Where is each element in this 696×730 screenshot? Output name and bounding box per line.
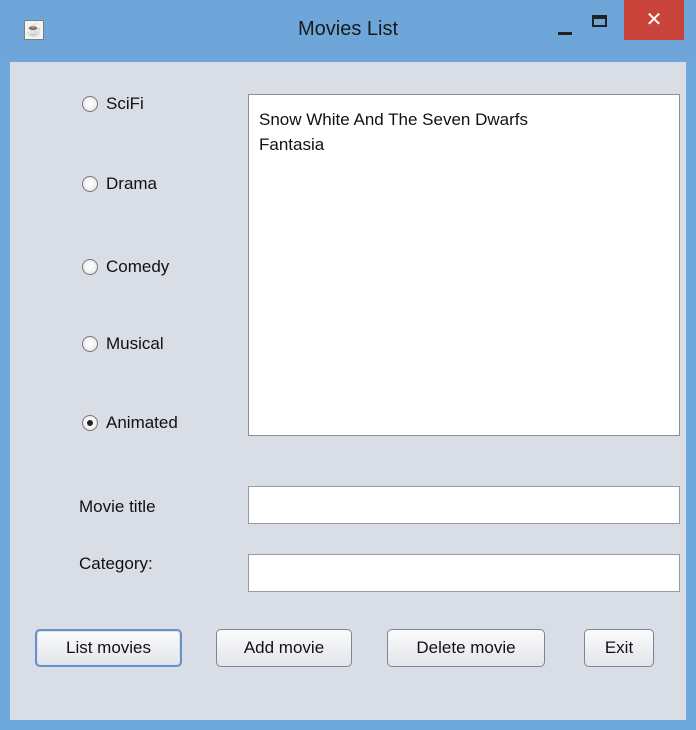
radio-drama-circle[interactable] [82,176,98,192]
maximize-icon[interactable] [589,12,613,36]
radio-scifi[interactable]: SciFi [82,91,144,117]
category-input[interactable] [248,554,680,592]
movie-list-item[interactable]: Fantasia [259,132,669,157]
radio-scifi-circle[interactable] [82,96,98,112]
radio-comedy-label: Comedy [106,257,170,276]
category-label: Category: [79,554,153,573]
application-window: ☕ Movies List ✕ SciFi Drama Comedy Music… [0,0,696,730]
radio-drama[interactable]: Drama [82,171,157,197]
radio-comedy-circle[interactable] [82,259,98,275]
radio-scifi-label: SciFi [106,94,144,113]
title-bar[interactable]: ☕ Movies List ✕ [0,0,696,62]
close-button[interactable]: ✕ [624,0,684,40]
radio-animated-label: Animated [106,413,178,432]
movie-list-item[interactable]: Snow White And The Seven Dwarfs [259,107,669,132]
movie-title-input[interactable] [248,486,680,524]
minimize-icon[interactable] [556,14,578,38]
add-movie-button[interactable]: Add movie [216,629,352,667]
radio-comedy[interactable]: Comedy [82,254,169,280]
movie-title-label: Movie title [79,497,156,516]
radio-drama-label: Drama [106,174,158,193]
radio-musical-circle[interactable] [82,336,98,352]
radio-animated[interactable]: Animated [82,410,178,436]
radio-musical[interactable]: Musical [82,331,164,357]
movie-list-box[interactable]: Snow White And The Seven Dwarfs Fantasia [248,94,680,436]
radio-animated-circle[interactable] [82,415,98,431]
list-movies-button[interactable]: List movies [35,629,182,667]
radio-musical-label: Musical [106,334,164,353]
exit-button[interactable]: Exit [584,629,654,667]
content-panel: SciFi Drama Comedy Musical Animated Snow… [10,62,686,720]
delete-movie-button[interactable]: Delete movie [387,629,545,667]
